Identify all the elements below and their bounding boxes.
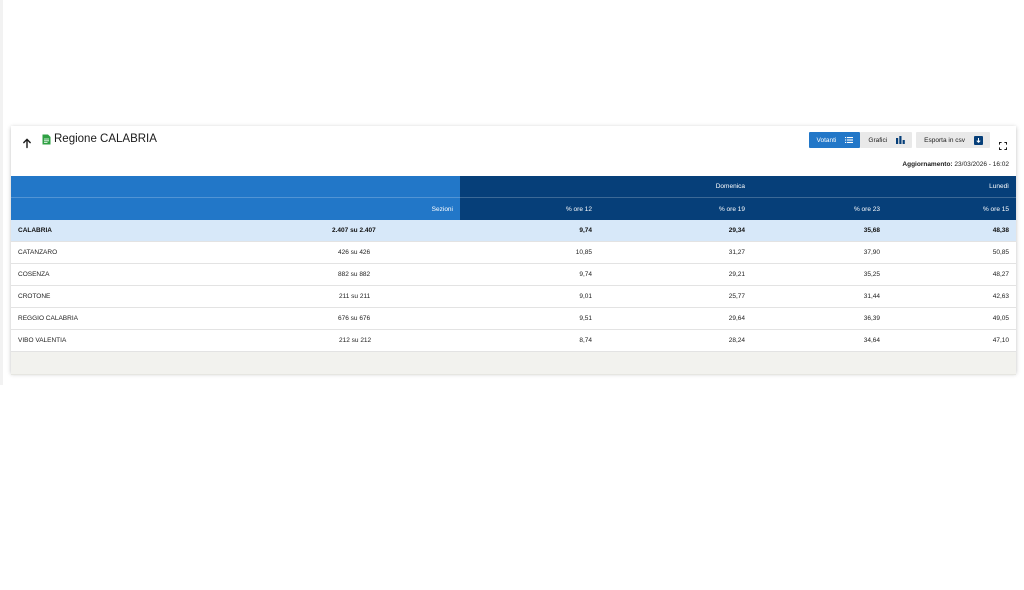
row-ore-15: 50,85	[887, 241, 1016, 264]
row-name: CROTONE	[18, 293, 51, 300]
row-sezioni: 676 su 676	[338, 315, 371, 322]
results-card: Regione CALABRIA Votanti Grafici Esporta…	[11, 126, 1016, 375]
row-sezioni: 882 su 882	[338, 271, 371, 278]
row-ore-15: 47,10	[887, 329, 1016, 352]
row-ore-19: 29,34	[599, 220, 752, 242]
header-lunedi: Lunedì	[887, 176, 1016, 198]
votanti-label: Votanti	[816, 136, 837, 144]
table-group-header: Domenica Lunedì	[11, 176, 1016, 198]
row-sezioni: 211 su 211	[339, 293, 371, 300]
row-ore-12: 9,74	[460, 220, 599, 242]
turnout-table: Domenica Lunedì Sezioni % ore 12 % ore 1…	[11, 176, 1016, 375]
update-label: Aggiornamento:	[902, 161, 953, 168]
row-ore-12: 10,85	[460, 241, 599, 264]
bar-chart-icon	[896, 136, 905, 144]
table-row-total: CALABRIA 2.407 su 2.407 9,74 29,34 35,68…	[11, 220, 1016, 242]
row-ore-19: 28,24	[599, 329, 752, 352]
back-arrow-icon[interactable]	[19, 135, 35, 151]
document-icon	[42, 134, 51, 144]
grafici-button[interactable]: Grafici	[860, 132, 913, 148]
row-ore-15: 42,63	[887, 285, 1016, 308]
table-row: CATANZARO 426 su 426 10,85 31,27 37,90 5…	[11, 241, 1016, 264]
row-ore-12: 8,74	[460, 329, 599, 352]
last-update: Aggiornamento: 23/03/2026 - 16:02	[902, 161, 1009, 168]
row-ore-19: 29,21	[599, 263, 752, 286]
header-ore-23: % ore 23	[752, 197, 887, 220]
page-title: Regione CALABRIA	[42, 133, 157, 145]
row-ore-23: 35,68	[752, 220, 887, 242]
header-ore-15: % ore 15	[887, 197, 1016, 220]
row-name: CALABRIA	[18, 227, 52, 234]
left-edge	[0, 0, 3, 385]
table-row: CROTONE 211 su 211 9,01 25,77 31,44 42,6…	[11, 285, 1016, 308]
table-row: VIBO VALENTIA 212 su 212 8,74 28,24 34,6…	[11, 329, 1016, 352]
export-csv-label: Esporta in csv	[924, 136, 965, 144]
toolbar: Votanti Grafici Esporta in csv	[808, 132, 990, 148]
header-ore-12: % ore 12	[460, 197, 599, 220]
table-row: COSENZA 882 su 882 9,74 29,21 35,25 48,2…	[11, 263, 1016, 286]
fullscreen-icon[interactable]	[999, 137, 1007, 150]
table-column-header: Sezioni % ore 12 % ore 19 % ore 23 % ore…	[11, 197, 1016, 220]
row-sezioni: 2.407 su 2.407	[332, 227, 376, 234]
row-ore-19: 29,64	[599, 307, 752, 330]
table-row: REGGIO CALABRIA 676 su 676 9,51 29,64 36…	[11, 307, 1016, 330]
row-name: REGGIO CALABRIA	[18, 315, 78, 322]
row-ore-15: 48,38	[887, 220, 1016, 242]
row-ore-19: 31,27	[599, 241, 752, 264]
row-ore-15: 48,27	[887, 263, 1016, 286]
row-ore-23: 34,64	[752, 329, 887, 352]
header-blank	[11, 176, 460, 198]
update-value: 23/03/2026 - 16:02	[954, 161, 1009, 168]
row-sezioni: 212 su 212	[339, 337, 372, 344]
row-ore-12: 9,01	[460, 285, 599, 308]
header-domenica: Domenica	[599, 176, 752, 198]
region-title: Regione CALABRIA	[54, 133, 157, 145]
row-ore-12: 9,74	[460, 263, 599, 286]
row-ore-23: 35,25	[752, 263, 887, 286]
header-ore-19: % ore 19	[599, 197, 752, 220]
export-csv-button[interactable]: Esporta in csv	[916, 132, 990, 148]
header-sezioni: Sezioni	[11, 197, 460, 220]
list-icon	[845, 137, 854, 143]
table-footer	[11, 351, 1016, 375]
row-name: VIBO VALENTIA	[18, 337, 67, 344]
download-icon	[974, 135, 983, 145]
card-header: Regione CALABRIA Votanti Grafici Esporta…	[11, 126, 1016, 176]
row-ore-23: 31,44	[752, 285, 887, 308]
row-sezioni: 426 su 426	[338, 249, 371, 256]
row-name: COSENZA	[18, 271, 50, 278]
grafici-label: Grafici	[868, 136, 888, 144]
row-ore-15: 49,05	[887, 307, 1016, 330]
row-ore-23: 36,39	[752, 307, 887, 330]
row-ore-23: 37,90	[752, 241, 887, 264]
row-ore-19: 25,77	[599, 285, 752, 308]
row-ore-12: 9,51	[460, 307, 599, 330]
row-name: CATANZARO	[18, 249, 58, 256]
votanti-button[interactable]: Votanti	[808, 132, 861, 148]
